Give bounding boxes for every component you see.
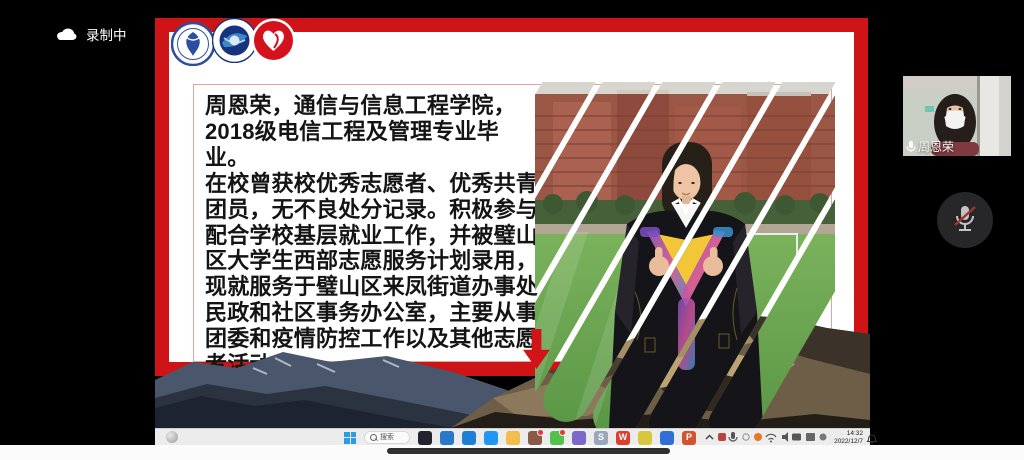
tray-mic-icon — [729, 432, 737, 441]
app-yellow-icon[interactable] — [638, 431, 652, 445]
search-label: 搜索 — [380, 434, 394, 441]
gesture-handle-bar[interactable] — [387, 448, 670, 454]
cloud-recording-icon — [55, 27, 77, 41]
edge-browser-icon[interactable] — [440, 431, 454, 445]
tray-orange-app-icon — [754, 433, 762, 441]
app-s-icon[interactable]: S — [594, 431, 608, 445]
volunteer-heart-logo — [251, 18, 296, 63]
file-explorer-icon[interactable] — [506, 431, 520, 445]
tray-keyboard-icon — [806, 433, 815, 441]
tray-wifi-icon — [766, 434, 776, 439]
recording-label: 录制中 — [86, 24, 127, 44]
participant-mic-icon — [906, 140, 916, 153]
clock-time: 14:32 — [819, 430, 863, 438]
powerpoint-icon[interactable]: P — [682, 431, 696, 445]
university-emblem-logo — [171, 22, 215, 66]
participant-video-thumbnail[interactable]: 周恩荣 — [903, 76, 1011, 156]
taskbar-clock[interactable]: 14:32 2022/12/7 — [819, 430, 863, 445]
wps-office-icon[interactable]: W — [616, 431, 630, 445]
muted-mic-icon — [950, 203, 980, 237]
meeting-shared-screen: 周恩荣，通信与信息工程学院， 2018级电信工程及管理专业毕业。 在校曾获校优秀… — [0, 0, 1024, 460]
mute-microphone-button[interactable] — [937, 192, 993, 248]
mail-app-icon[interactable] — [462, 431, 476, 445]
tray-battery-icon — [792, 434, 801, 441]
search-icon — [370, 434, 377, 441]
windows-taskbar: 搜索 SW P — [155, 428, 870, 446]
tray-app-icon — [718, 433, 726, 441]
participant-name: 周恩荣 — [918, 138, 954, 155]
widgets-weather-icon[interactable] — [166, 431, 178, 443]
clock-date: 2022/12/7 — [819, 438, 863, 446]
task-view-app-icon[interactable] — [418, 431, 432, 445]
taskbar-search-input[interactable]: 搜索 — [364, 431, 410, 444]
taskbar-apps: SW P — [418, 431, 696, 445]
recording-indicator[interactable]: 录制中 — [55, 24, 127, 44]
photos-app-icon[interactable] — [660, 431, 674, 445]
store-app-icon[interactable] — [484, 431, 498, 445]
tray-gear-icon — [743, 434, 749, 440]
wechat-app-icon[interactable] — [550, 431, 564, 445]
chat-app-icon[interactable] — [528, 431, 542, 445]
participant-name-label: 周恩荣 — [906, 138, 954, 155]
graduate-photo-collage — [535, 82, 835, 428]
start-button[interactable] — [344, 432, 356, 444]
tray-chevron-up-icon — [706, 436, 713, 440]
app-purple-icon[interactable] — [572, 431, 586, 445]
tray-speaker-icon — [782, 432, 788, 442]
